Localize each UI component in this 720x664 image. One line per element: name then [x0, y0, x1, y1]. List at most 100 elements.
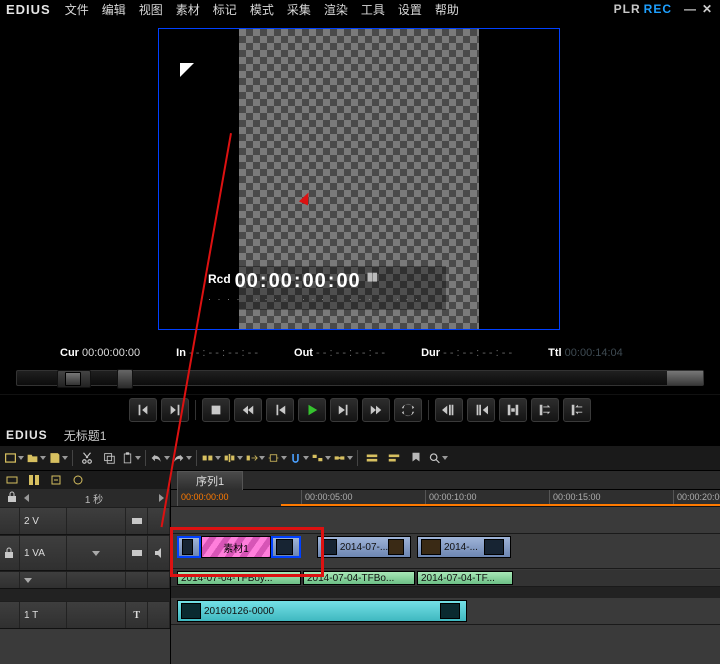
zoom-icon[interactable]	[428, 449, 448, 467]
transport-controls	[0, 394, 720, 425]
clip-a1[interactable]: 2014-07-04-TFBoy...	[177, 571, 301, 585]
marker-icon[interactable]	[406, 449, 426, 467]
save-icon[interactable]	[48, 449, 68, 467]
shuttle-range-inner	[65, 372, 81, 386]
link-icon[interactable]	[333, 449, 353, 467]
track-header-t1[interactable]: 1 T T	[0, 601, 170, 629]
rcd-timecode[interactable]: 00:00:00:00	[235, 270, 361, 293]
overwrite-button[interactable]	[531, 398, 559, 422]
video-patch-icon[interactable]	[131, 547, 143, 559]
in-timecode[interactable]: - - : - - : - - : - -	[189, 347, 258, 359]
next-frame-button[interactable]	[330, 398, 358, 422]
set-in-button[interactable]	[129, 398, 157, 422]
project-title: 无标题1	[64, 427, 107, 444]
menu-view[interactable]: 视图	[134, 0, 168, 19]
track-header-va1[interactable]: 1 VA	[0, 535, 170, 571]
play-button[interactable]	[298, 398, 326, 422]
prev-frame-button[interactable]	[266, 398, 294, 422]
scale-increase-icon[interactable]	[159, 494, 164, 502]
fast-forward-button[interactable]	[362, 398, 390, 422]
menu-clip[interactable]: 素材	[171, 0, 205, 19]
menu-mode[interactable]: 模式	[245, 0, 279, 19]
prev-edit-button[interactable]	[435, 398, 463, 422]
split-icon[interactable]	[223, 449, 243, 467]
menu-marker[interactable]: 标记	[208, 0, 242, 19]
rec-label[interactable]: REC	[644, 2, 672, 16]
snap-icon[interactable]	[289, 449, 309, 467]
copy-icon[interactable]	[99, 449, 119, 467]
redo-icon[interactable]	[172, 449, 192, 467]
lane-va1-video[interactable]: 素材1 2014-07-... 2014-...	[171, 534, 720, 569]
menu-file[interactable]: 文件	[60, 0, 94, 19]
clip-tail[interactable]	[271, 536, 301, 558]
set-out-button[interactable]	[161, 398, 189, 422]
audio-patch-icon[interactable]	[153, 547, 165, 559]
trim-icon[interactable]	[267, 449, 287, 467]
pause-icon[interactable]: ▮▮	[367, 270, 377, 283]
undo-icon[interactable]	[150, 449, 170, 467]
menu-edit[interactable]: 编辑	[97, 0, 131, 19]
video-patch-icon[interactable]	[131, 515, 143, 527]
expand-icon[interactable]	[24, 578, 32, 583]
clip-a2[interactable]: 2014-07-04-TFBo...	[303, 571, 415, 585]
timeline-lanes[interactable]: 序列1 00:00:00:00 00:00:05:00 00:00:10:00 …	[171, 471, 720, 664]
insert-button[interactable]	[499, 398, 527, 422]
lane-v2[interactable]	[171, 507, 720, 534]
plr-label: PLR	[614, 2, 641, 16]
insert-mode-icon[interactable]	[362, 449, 382, 467]
shuttle-track[interactable]	[16, 370, 704, 386]
rcd-label: Rcd	[208, 272, 231, 286]
lane-t1[interactable]: 20160126-0000	[171, 598, 720, 625]
stop-button[interactable]	[202, 398, 230, 422]
menu-capture[interactable]: 采集	[282, 0, 316, 19]
lock-all-icon[interactable]	[6, 491, 18, 506]
replace-button[interactable]	[563, 398, 591, 422]
group-icon[interactable]	[311, 449, 331, 467]
scale-decrease-icon[interactable]	[24, 494, 29, 502]
close-icon[interactable]: ✕	[700, 3, 714, 15]
clip-head[interactable]	[177, 536, 201, 558]
clip-title[interactable]: 20160126-0000	[177, 600, 467, 622]
expand-icon[interactable]	[92, 551, 100, 556]
track-tool-b-icon[interactable]	[26, 473, 42, 487]
paste-icon[interactable]	[121, 449, 141, 467]
track-tool-a-icon[interactable]	[4, 473, 20, 487]
clip-v2[interactable]: 2014-...	[417, 536, 511, 558]
track-header-va1-audio[interactable]	[0, 571, 170, 589]
menu-help[interactable]: 帮助	[430, 0, 464, 19]
menu-tools[interactable]: 工具	[356, 0, 390, 19]
window-header: EDIUS 文件 编辑 视图 素材 标记 模式 采集 渲染 工具 设置 帮助 P…	[0, 0, 720, 18]
out-timecode[interactable]: - - : - - : - - : - -	[316, 347, 385, 359]
timeline-panel: EDIUS 无标题1	[0, 425, 720, 664]
track-tool-d-icon[interactable]	[70, 473, 86, 487]
time-ruler[interactable]: 00:00:00:00 00:00:05:00 00:00:10:00 00:0…	[171, 490, 720, 507]
menu-render[interactable]: 渲染	[319, 0, 353, 19]
lane-va1-audio[interactable]: 2014-07-04-TFBoy... 2014-07-04-TFBo... 2…	[171, 570, 720, 587]
shuttle-end	[667, 371, 703, 385]
new-sequence-icon[interactable]	[4, 449, 24, 467]
ruler-tick: 00:00:00:00	[177, 490, 229, 506]
sync-lock-icon[interactable]	[384, 449, 404, 467]
open-icon[interactable]	[26, 449, 46, 467]
timecode-row: Cur 00:00:00:00 In - - : - - : - - : - -…	[60, 344, 700, 362]
dur-timecode[interactable]: - - : - - : - - : - -	[443, 347, 512, 359]
shuttle-thumb[interactable]	[117, 369, 133, 389]
clip-pink[interactable]: 素材1	[201, 536, 271, 558]
timeline-body: 1 秒 2 V 1 VA	[0, 471, 720, 664]
ripple-icon[interactable]	[201, 449, 221, 467]
minimize-icon[interactable]: —	[683, 3, 697, 15]
track-tool-c-icon[interactable]	[48, 473, 64, 487]
sequence-tab[interactable]: 序列1	[177, 471, 243, 490]
clip-a3[interactable]: 2014-07-04-TF...	[417, 571, 513, 585]
lock-icon[interactable]	[3, 547, 15, 559]
menu-settings[interactable]: 设置	[393, 0, 427, 19]
delete-gap-icon[interactable]	[245, 449, 265, 467]
cur-timecode[interactable]: 00:00:00:00	[82, 347, 140, 359]
track-header-v2[interactable]: 2 V	[0, 507, 170, 535]
clip-v1[interactable]: 2014-07-...	[317, 536, 411, 558]
next-edit-button[interactable]	[467, 398, 495, 422]
cut-icon[interactable]	[77, 449, 97, 467]
timeline-toolbar	[0, 445, 720, 471]
loop-button[interactable]	[394, 398, 422, 422]
rewind-button[interactable]	[234, 398, 262, 422]
